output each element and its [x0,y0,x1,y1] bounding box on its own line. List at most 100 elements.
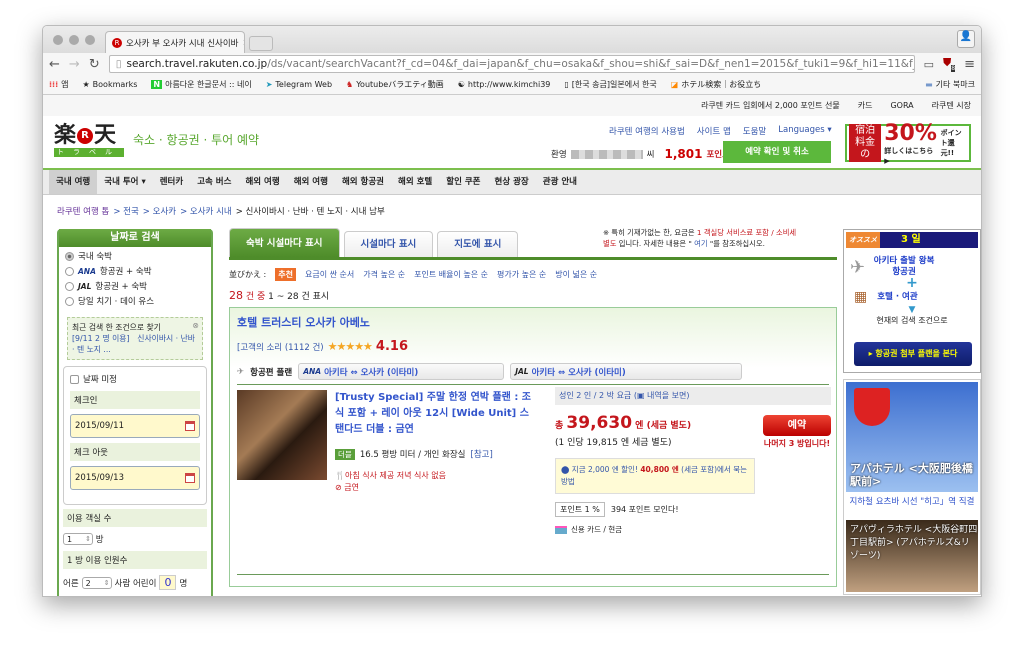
nav-domestic-tour[interactable]: 국내 투어 ▾ [97,170,152,194]
sort-recommended[interactable]: 추천 [275,268,296,281]
checkin-input[interactable]: 2015/09/11 [70,414,200,438]
radio-jal-package[interactable]: JAL 항공권 + 숙박 [65,280,205,292]
crumb-osaka-city[interactable]: > 오사카 시내 [180,205,232,217]
calendar-icon[interactable] [185,473,195,483]
browser-tab[interactable]: R 오사카 부 오사카 시내 신사이바× [105,31,245,53]
note-here-link[interactable]: 여기 [694,239,707,248]
point-rate: 포인트 1 % [555,502,605,517]
nav-rental-car[interactable]: 렌터카 [153,170,190,194]
ana-route-button[interactable]: ANA 아키타 ⇔ 오사카 (이타미) [298,363,505,380]
minimize-window-button[interactable] [69,35,79,45]
nav-prize-plaza[interactable]: 현상 광장 [488,170,536,194]
apa-villa-ad[interactable]: アパヴィラホテル <大阪谷町四丁目駅前> (アパホテルズ&リゾーツ) [846,520,978,592]
price-header[interactable]: 성인 2 인 / 2 박 요금 (▣ 내역을 보면) [555,387,831,405]
ichiba-link[interactable]: 라쿠텐 시장 [932,100,971,111]
card-promo-link[interactable]: 라쿠텐 카드 입회에서 2,000 포인트 선물 [701,100,840,111]
radio-ana-package[interactable]: ANA 항공권 + 숙박 [65,265,205,277]
jal-route-button[interactable]: JAL 아키타 ⇔ 오사카 (이타미) [510,363,743,380]
room-ref-link[interactable]: [참고] [471,448,493,460]
tagline: 숙소 · 항공권 · 투어 예약 [133,133,260,147]
bookmark-other[interactable]: ▬ 기타 북마크 [925,79,975,90]
profile-icon[interactable]: 👤 [957,30,975,48]
forward-icon[interactable]: → [69,57,80,72]
zoom-window-button[interactable] [85,35,95,45]
address-bar[interactable]: ▯ search.travel.rakuten.co.jp/ds/vacant/s… [108,55,915,73]
nav-highway-bus[interactable]: 고속 버스 [190,170,238,194]
date-undecided-checkbox[interactable]: 날짜 미정 [70,373,200,385]
checkout-input[interactable]: 2015/09/13 [70,466,200,490]
ublock-icon[interactable]: ⛊8 [943,56,956,72]
hotel1-access-link[interactable]: 지하철 요츠바 시선 "히고」역 직결 [846,496,978,508]
nav-overseas-travel[interactable]: 해외 여행 [238,170,286,194]
calendar-icon[interactable] [185,421,195,431]
discount-box[interactable]: ⬤ 지금 2,000 엔 할인! 40,800 엔 (세금 포함)에서 묵는 방… [555,458,755,494]
new-tab-button[interactable] [249,36,273,51]
sitemap-link[interactable]: 사이트 맵 [697,125,731,137]
crumb-osaka[interactable]: > 오사카 [143,205,176,217]
air-package-ad[interactable]: オススメ 3 일 ✈ 아키타 출발 왕복 항공권 + ▦ 호텔 · 여관 ▼ 현재의 … [843,229,981,373]
room-type-tag: 더블 [335,448,355,460]
bookmark-kimchi[interactable]: ☯ http://www.kimchi39 [458,80,551,89]
plan-title-link[interactable]: [Trusty Special] 주말 한정 연박 플랜 : 조식 포함 + 레… [335,390,535,438]
ana-logo: ANA [78,266,96,276]
sort-point-rate[interactable]: 포인트 배율이 높은 순 [414,269,488,280]
reload-icon[interactable]: ↻ [89,57,100,72]
menu-icon[interactable]: ≡ [964,57,975,72]
bookmark-hotel[interactable]: ◪ ホテル検索｜お役立ち [671,79,762,90]
languages-dropdown[interactable]: Languages ▾ [778,125,831,137]
rakuten-travel-logo[interactable]: 楽 R 天トラベル [54,124,124,158]
apa-higobashi-ad[interactable]: アパホテル <大阪肥後橋駅前> [846,382,978,492]
card-link[interactable]: 카드 [858,100,873,111]
guests-label: 1 방 이용 인원수 [63,551,207,569]
bookmark-remit[interactable]: ▯ [한국 송금]일본에서 한국 [564,79,656,90]
book-button[interactable]: 예약 [763,415,831,436]
reservation-check-button[interactable]: 예약 확인 및 취소 [723,141,831,163]
nav-sightseeing[interactable]: 관광 안내 [536,170,584,194]
plan-photo[interactable] [237,390,327,480]
blurred-username [570,149,643,159]
tab-map[interactable]: 지도에 표시 [437,231,519,257]
sort-rating[interactable]: 평가가 높은 순 [497,269,546,280]
sort-highest-price[interactable]: 가격 높은 순 [363,269,405,280]
arrow-down-icon: ▼ [908,305,916,315]
sort-cheapest[interactable]: 요금이 싼 순서 [305,269,354,280]
howto-link[interactable]: 라쿠텐 여행의 사용법 [609,125,685,137]
nav-overseas-hotels[interactable]: 해외 호텔 [391,170,439,194]
main-nav: 국내 여행 국내 투어 ▾ 렌터카 고속 버스 해외 여행 해외 여행 해외 항… [43,170,981,195]
recent-search-link[interactable]: [9/11 2 명 이용] 신사이바시 · 난바 · 텐 노지 ... [72,334,195,354]
bookmark-youtube[interactable]: ♞ Youtubeバラエティ動画 [346,79,444,90]
sort-room-size[interactable]: 방이 넓은 순 [555,269,597,280]
rooms-select[interactable]: 1 [63,533,93,545]
crumb-top[interactable]: 라쿠텐 여행 톱 [57,205,109,217]
view-air-plans-button[interactable]: ▸ 항공권 첨부 플랜을 본다 [854,342,972,366]
gora-link[interactable]: GORA [890,101,913,110]
children-input[interactable]: 0 [159,575,177,590]
tab-by-facility[interactable]: 시설마다 표시 [343,231,434,257]
bookmark-bookmarks[interactable]: ★ Bookmarks [83,80,138,89]
radio-domestic-stay[interactable]: 국내 숙박 [65,250,205,262]
tab-close-icon[interactable]: × [242,38,244,48]
hotel-icon: ▦ [854,289,868,305]
close-recent-icon[interactable]: ⊗ [192,320,199,331]
reviews-link[interactable]: [고객의 소리 (1112 건) [237,341,324,353]
help-link[interactable]: 도움말 [743,125,766,137]
radio-day-use[interactable]: 당일 치기 · 데이 유스 [65,295,205,307]
extension-icon[interactable]: ▭ [924,58,934,71]
adults-select[interactable]: 2 [81,576,112,589]
points-30-banner[interactable]: 宿泊 料金の 30% 詳しくはこちら ▶ ポイント還元!! [845,121,971,165]
nav-domestic-travel[interactable]: 국내 여행 [49,170,98,194]
hotel-name-link[interactable]: 호텔 트러스티 오사카 아베노 [237,316,370,329]
rating-score: 4.16 [375,339,408,354]
close-window-button[interactable] [53,35,63,45]
bookmark-naver[interactable]: N 아름다운 한글문서 :: 네이 [151,79,252,90]
nav-overseas-travel-2[interactable]: 해외 여행 [287,170,335,194]
result-count: 28 건 중 1 ~ 28 건 표시 [229,289,330,302]
nav-overseas-flights[interactable]: 해외 항공권 [335,170,391,194]
back-icon[interactable]: ← [49,57,60,72]
tab-by-facility-plan[interactable]: 숙박 시설마다 표시 [229,228,340,257]
crumb-nationwide[interactable]: > 전국 [113,205,138,217]
bookmark-apps[interactable]: ⁞⁞⁞ 앱 [49,79,69,90]
bookmark-telegram[interactable]: ➤ Telegram Web [266,80,332,89]
nav-coupons[interactable]: 할인 쿠폰 [439,170,487,194]
checkin-label: 체크인 [70,391,200,409]
